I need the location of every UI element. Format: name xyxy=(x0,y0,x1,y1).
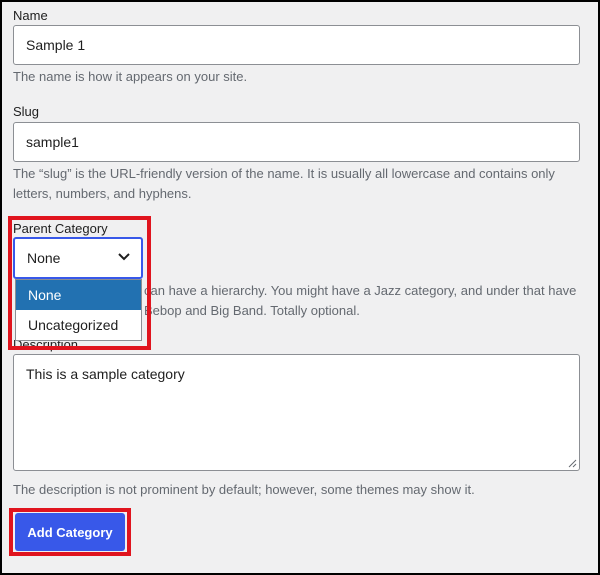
name-help-text: The name is how it appears on your site. xyxy=(13,69,248,84)
add-category-form: Name The name is how it appears on your … xyxy=(0,0,600,575)
annotation-highlight-add-category xyxy=(9,508,131,556)
description-textarea-value: This is a sample category xyxy=(26,366,185,382)
name-input[interactable] xyxy=(13,25,580,65)
annotation-highlight-parent-category xyxy=(8,216,151,350)
description-help-text: The description is not prominent by defa… xyxy=(13,482,475,497)
slug-label: Slug xyxy=(13,104,40,119)
parent-help-text-line2: Bebop and Big Band. Totally optional. xyxy=(144,303,360,318)
description-textarea[interactable]: This is a sample category xyxy=(13,354,580,471)
parent-help-text-line1: can have a hierarchy. You might have a J… xyxy=(144,283,577,298)
name-label: Name xyxy=(13,8,48,23)
slug-input[interactable] xyxy=(13,122,580,162)
resize-grip-icon[interactable] xyxy=(567,458,577,468)
slug-help-text: The “slug” is the URL-friendly version o… xyxy=(13,166,555,201)
